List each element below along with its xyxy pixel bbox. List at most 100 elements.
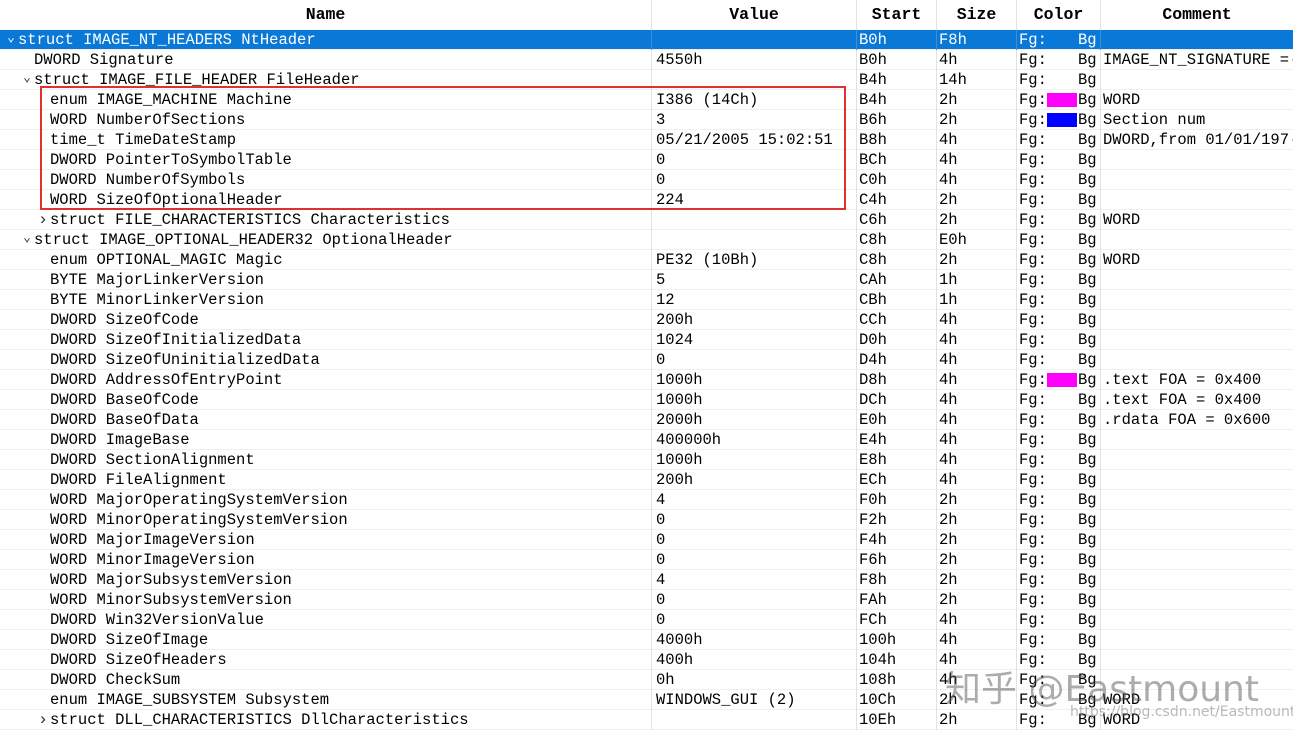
- table-row[interactable]: DWORD SizeOfHeaders 400h 104h 4h Fg: Bg: [0, 650, 1293, 670]
- name-cell[interactable]: ⌄ struct IMAGE_OPTIONAL_HEADER32 Optional…: [0, 230, 652, 250]
- color-cell[interactable]: Fg: Bg: [1017, 570, 1101, 590]
- comment-cell[interactable]: Section num: [1101, 110, 1293, 130]
- start-cell[interactable]: E0h: [857, 410, 937, 430]
- value-cell[interactable]: 1000h: [652, 390, 857, 410]
- table-row[interactable]: ⌄ struct IMAGE_OPTIONAL_HEADER32 Optional…: [0, 230, 1293, 250]
- table-row[interactable]: BYTE MinorLinkerVersion 12 CBh 1h Fg: Bg: [0, 290, 1293, 310]
- name-cell[interactable]: DWORD SizeOfHeaders: [0, 650, 652, 670]
- size-cell[interactable]: 2h: [937, 90, 1017, 110]
- value-cell[interactable]: 0: [652, 350, 857, 370]
- start-cell[interactable]: DCh: [857, 390, 937, 410]
- value-cell[interactable]: [652, 710, 857, 730]
- start-cell[interactable]: E8h: [857, 450, 937, 470]
- value-cell[interactable]: 0: [652, 590, 857, 610]
- comment-cell[interactable]: .text FOA = 0x400: [1101, 370, 1293, 390]
- comment-cell[interactable]: .text FOA = 0x400: [1101, 390, 1293, 410]
- start-cell[interactable]: FAh: [857, 590, 937, 610]
- start-cell[interactable]: CBh: [857, 290, 937, 310]
- size-cell[interactable]: 4h: [937, 610, 1017, 630]
- comment-cell[interactable]: [1101, 310, 1293, 330]
- comment-cell[interactable]: [1101, 570, 1293, 590]
- table-row[interactable]: › struct FILE_CHARACTERISTICS Characteris…: [0, 210, 1293, 230]
- chevron-down-icon[interactable]: ⌄: [20, 70, 34, 88]
- color-cell[interactable]: Fg: Bg: [1017, 370, 1101, 390]
- chevron-right-icon[interactable]: ›: [36, 711, 50, 730]
- value-cell[interactable]: 4000h: [652, 630, 857, 650]
- color-cell[interactable]: Fg: Bg: [1017, 50, 1101, 70]
- start-cell[interactable]: 10Ch: [857, 690, 937, 710]
- comment-cell[interactable]: [1101, 590, 1293, 610]
- start-cell[interactable]: C4h: [857, 190, 937, 210]
- start-cell[interactable]: 104h: [857, 650, 937, 670]
- start-cell[interactable]: B4h: [857, 90, 937, 110]
- comment-cell[interactable]: [1101, 270, 1293, 290]
- table-row[interactable]: DWORD CheckSum 0h 108h 4h Fg: Bg: [0, 670, 1293, 690]
- table-row[interactable]: DWORD PointerToSymbolTable 0 BCh 4h Fg: Bg: [0, 150, 1293, 170]
- table-row[interactable]: ⌄ struct IMAGE_FILE_HEADER FileHeader B4h 1…: [0, 70, 1293, 90]
- comment-cell[interactable]: [1101, 470, 1293, 490]
- table-row[interactable]: DWORD BaseOfData 2000h E0h 4h Fg: Bg .rdata FO…: [0, 410, 1293, 430]
- value-cell[interactable]: 1000h: [652, 370, 857, 390]
- size-cell[interactable]: 1h: [937, 290, 1017, 310]
- value-cell[interactable]: 0: [652, 550, 857, 570]
- size-cell[interactable]: E0h: [937, 230, 1017, 250]
- start-cell[interactable]: F6h: [857, 550, 937, 570]
- table-row[interactable]: WORD MinorSubsystemVersion 0 FAh 2h Fg: Bg: [0, 590, 1293, 610]
- name-cell[interactable]: WORD MinorOperatingSystemVersion: [0, 510, 652, 530]
- size-cell[interactable]: 4h: [937, 450, 1017, 470]
- table-row[interactable]: DWORD SizeOfCode 200h CCh 4h Fg: Bg: [0, 310, 1293, 330]
- color-cell[interactable]: Fg: Bg: [1017, 710, 1101, 730]
- table-row[interactable]: WORD MinorImageVersion 0 F6h 2h Fg: Bg: [0, 550, 1293, 570]
- color-cell[interactable]: Fg: Bg: [1017, 90, 1101, 110]
- comment-cell[interactable]: IMAGE_NT_SIGNATURE =·: [1101, 50, 1293, 70]
- comment-cell[interactable]: [1101, 630, 1293, 650]
- color-cell[interactable]: Fg: Bg: [1017, 410, 1101, 430]
- table-row[interactable]: WORD MajorImageVersion 0 F4h 2h Fg: Bg: [0, 530, 1293, 550]
- column-header-size[interactable]: Size: [937, 0, 1017, 30]
- table-row[interactable]: DWORD SizeOfImage 4000h 100h 4h Fg: Bg: [0, 630, 1293, 650]
- comment-cell[interactable]: WORD: [1101, 690, 1293, 710]
- name-cell[interactable]: DWORD FileAlignment: [0, 470, 652, 490]
- comment-cell[interactable]: [1101, 430, 1293, 450]
- table-row[interactable]: WORD MinorOperatingSystemVersion 0 F2h 2h Fg…: [0, 510, 1293, 530]
- name-cell[interactable]: WORD MinorImageVersion: [0, 550, 652, 570]
- size-cell[interactable]: 2h: [937, 530, 1017, 550]
- name-cell[interactable]: ⌄ struct IMAGE_FILE_HEADER FileHeader: [0, 70, 652, 90]
- size-cell[interactable]: 2h: [937, 690, 1017, 710]
- table-row[interactable]: ⌄ struct IMAGE_NT_HEADERS NtHeader B0h F8h F…: [0, 30, 1293, 50]
- color-cell[interactable]: Fg: Bg: [1017, 430, 1101, 450]
- comment-cell[interactable]: [1101, 350, 1293, 370]
- chevron-down-icon[interactable]: ⌄: [4, 30, 18, 48]
- comment-cell[interactable]: WORD: [1101, 90, 1293, 110]
- comment-cell[interactable]: [1101, 230, 1293, 250]
- comment-cell[interactable]: [1101, 450, 1293, 470]
- value-cell[interactable]: 2000h: [652, 410, 857, 430]
- size-cell[interactable]: 4h: [937, 670, 1017, 690]
- name-cell[interactable]: enum OPTIONAL_MAGIC Magic: [0, 250, 652, 270]
- comment-cell[interactable]: [1101, 290, 1293, 310]
- table-row[interactable]: DWORD SizeOfInitializedData 1024 D0h 4h Fg: B…: [0, 330, 1293, 350]
- size-cell[interactable]: 4h: [937, 630, 1017, 650]
- comment-cell[interactable]: [1101, 150, 1293, 170]
- start-cell[interactable]: E4h: [857, 430, 937, 450]
- color-cell[interactable]: Fg: Bg: [1017, 510, 1101, 530]
- name-cell[interactable]: WORD MajorImageVersion: [0, 530, 652, 550]
- name-cell[interactable]: time_t TimeDateStamp: [0, 130, 652, 150]
- color-swatch[interactable]: [1047, 93, 1077, 107]
- color-cell[interactable]: Fg: Bg: [1017, 350, 1101, 370]
- table-row[interactable]: WORD MajorSubsystemVersion 4 F8h 2h Fg: Bg: [0, 570, 1293, 590]
- start-cell[interactable]: CAh: [857, 270, 937, 290]
- color-cell[interactable]: Fg: Bg: [1017, 250, 1101, 270]
- value-cell[interactable]: I386 (14Ch): [652, 90, 857, 110]
- name-cell[interactable]: DWORD NumberOfSymbols: [0, 170, 652, 190]
- comment-cell[interactable]: DWORD,from 01/01/197·: [1101, 130, 1293, 150]
- value-cell[interactable]: 4550h: [652, 50, 857, 70]
- value-cell[interactable]: 0h: [652, 670, 857, 690]
- column-header-start[interactable]: Start: [857, 0, 937, 30]
- color-cell[interactable]: Fg: Bg: [1017, 310, 1101, 330]
- table-row[interactable]: WORD SizeOfOptionalHeader 224 C4h 2h Fg: Bg: [0, 190, 1293, 210]
- color-cell[interactable]: Fg: Bg: [1017, 590, 1101, 610]
- size-cell[interactable]: 2h: [937, 210, 1017, 230]
- size-cell[interactable]: 2h: [937, 570, 1017, 590]
- comment-cell[interactable]: .rdata FOA = 0x600: [1101, 410, 1293, 430]
